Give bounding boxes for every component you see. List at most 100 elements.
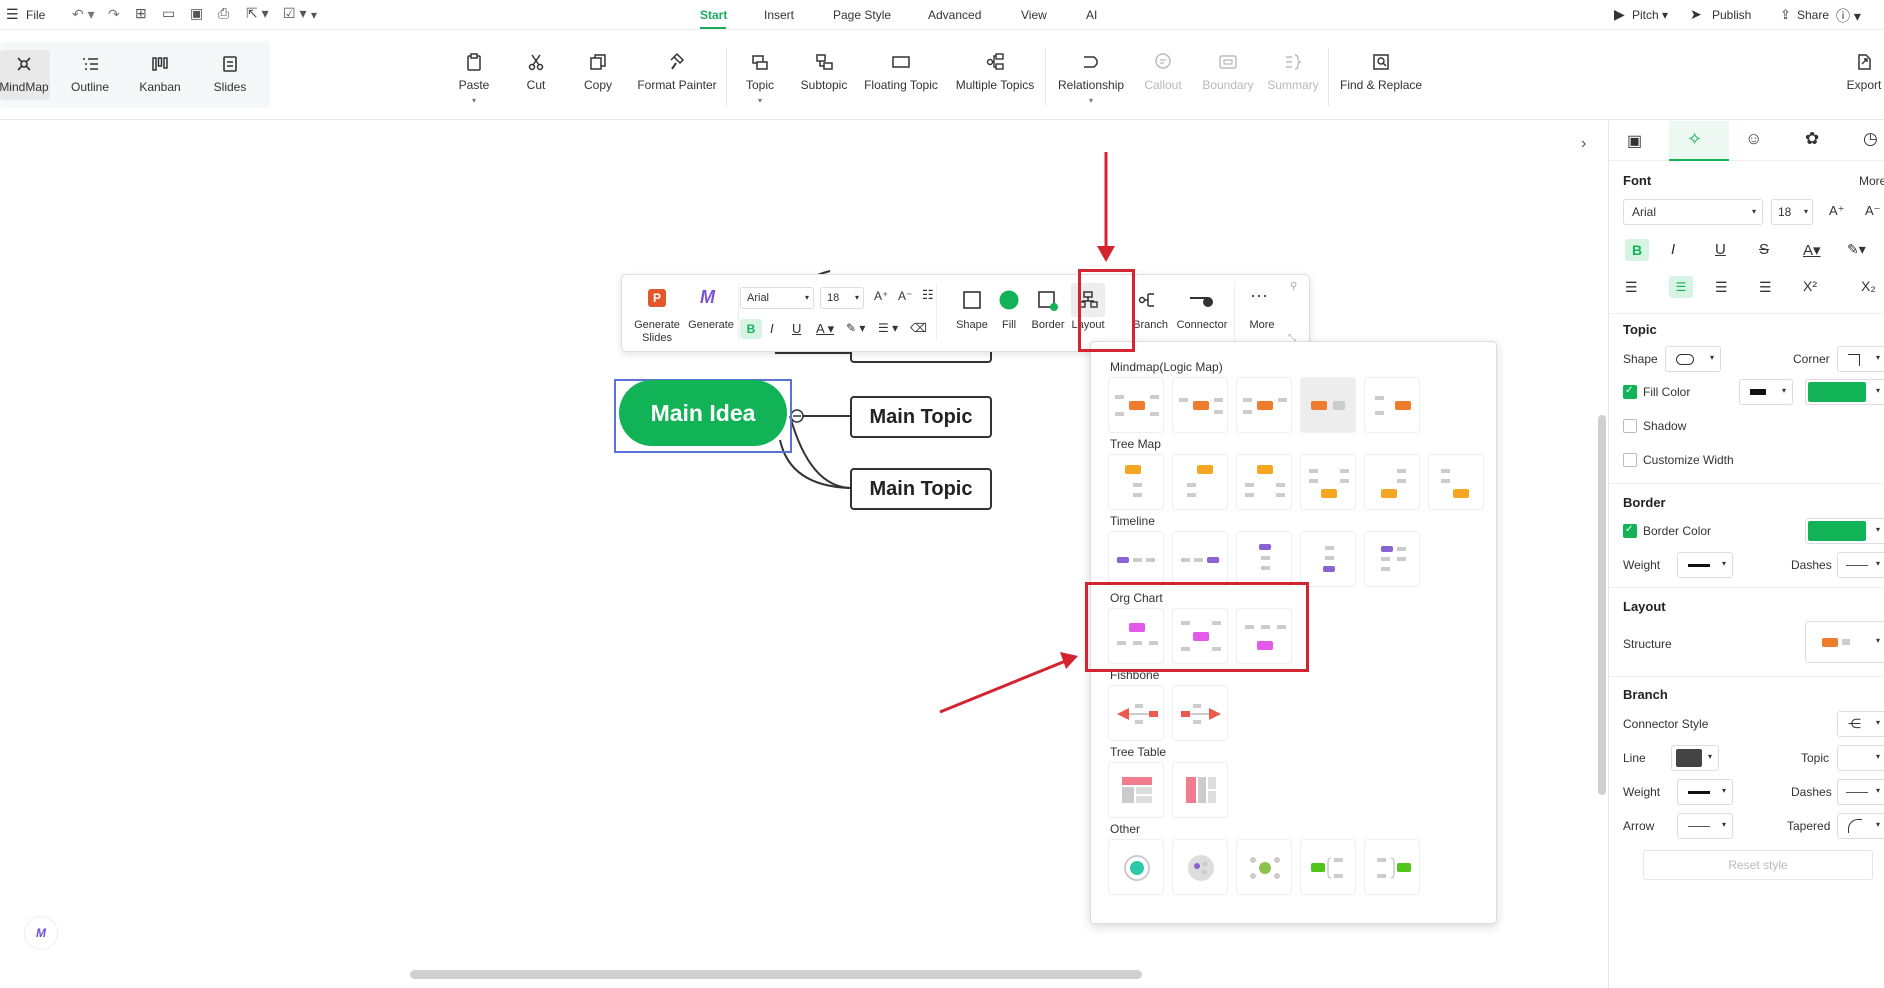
- layout-mindmap-right[interactable]: [1300, 377, 1356, 433]
- underline-icon[interactable]: U: [792, 321, 801, 336]
- border-dashes-dropdown[interactable]: ▾: [1837, 552, 1884, 578]
- layout-mindmap-clockwise[interactable]: [1172, 377, 1228, 433]
- strike-icon[interactable]: S: [1759, 241, 1769, 258]
- border-weight-label: Weight: [1623, 558, 1661, 572]
- border-color-checkbox[interactable]: ✓: [1623, 524, 1637, 538]
- border-button[interactable]: Border: [1028, 319, 1068, 331]
- reset-style-button[interactable]: Reset style: [1643, 850, 1873, 880]
- fill-color-checkbox[interactable]: ✓: [1623, 385, 1637, 399]
- pin-icon[interactable]: ⚲: [1290, 281, 1297, 292]
- border-weight-dropdown[interactable]: ▾: [1677, 552, 1733, 578]
- layout-bracket-left[interactable]: [1300, 839, 1356, 895]
- layout-bracket-right[interactable]: [1364, 839, 1420, 895]
- theme-icon[interactable]: ✿: [1805, 129, 1819, 149]
- align-center-icon[interactable]: ☰: [1669, 276, 1693, 298]
- branch-weight-dropdown[interactable]: ▾: [1677, 779, 1733, 805]
- layout-tree-3[interactable]: [1236, 454, 1292, 510]
- layout-mindmap-both[interactable]: [1108, 377, 1164, 433]
- layout-tree-table-2[interactable]: [1172, 762, 1228, 818]
- connector-style-label: Connector Style: [1623, 717, 1709, 731]
- layout-radial[interactable]: [1236, 839, 1292, 895]
- layout-tree-1[interactable]: [1108, 454, 1164, 510]
- layout-bubble[interactable]: [1172, 839, 1228, 895]
- generate-slides-button[interactable]: Generate Slides: [630, 319, 684, 345]
- generate-button[interactable]: Generate: [686, 319, 736, 331]
- shape-button[interactable]: Shape: [950, 319, 994, 331]
- connector-button[interactable]: Connector: [1174, 319, 1230, 331]
- layout-timeline-2[interactable]: [1172, 531, 1228, 587]
- shape-dropdown[interactable]: ▾: [1665, 346, 1721, 372]
- arrow-label: Arrow: [1623, 819, 1655, 833]
- layout-timeline-4[interactable]: [1300, 531, 1356, 587]
- layout-mindmap-anticlockwise[interactable]: [1236, 377, 1292, 433]
- text-style-icon[interactable]: ☷: [922, 287, 934, 303]
- align-left-icon[interactable]: ☰: [1625, 279, 1638, 296]
- mark-icon[interactable]: ☺: [1745, 129, 1762, 149]
- layout-fishbone-right[interactable]: [1172, 685, 1228, 741]
- branch-heading: Branch: [1623, 687, 1668, 702]
- bold-icon[interactable]: B: [740, 319, 762, 339]
- connector-style-dropdown[interactable]: ⋲ ▾: [1837, 711, 1884, 737]
- ai-sparkle-icon[interactable]: ✧: [1687, 129, 1702, 150]
- layout-fishbone-left[interactable]: [1108, 685, 1164, 741]
- bold-toggle-icon[interactable]: B: [1625, 239, 1649, 261]
- shadow-checkbox[interactable]: [1623, 419, 1637, 433]
- layout-tree-2[interactable]: [1172, 454, 1228, 510]
- text-color-icon[interactable]: A▾: [1803, 241, 1821, 259]
- history-icon[interactable]: ◷: [1863, 129, 1878, 149]
- italic-toggle-icon[interactable]: I: [1671, 241, 1675, 258]
- layout-timeline-1[interactable]: [1108, 531, 1164, 587]
- font-size-dropdown[interactable]: 18 ▾: [1771, 199, 1813, 225]
- font-increase-icon[interactable]: A⁺: [874, 289, 888, 303]
- border-dashes-label: Dashes: [1791, 558, 1832, 572]
- font-family-dropdown[interactable]: Arial ▾: [1623, 199, 1763, 225]
- highlight-color-icon[interactable]: ✎▾: [1847, 241, 1866, 258]
- layout-circle-1[interactable]: [1108, 839, 1164, 895]
- superscript-icon[interactable]: X²: [1803, 278, 1817, 294]
- italic-icon[interactable]: I: [770, 321, 774, 336]
- more-icon: ···: [1250, 285, 1268, 305]
- font-more-link[interactable]: More: [1859, 174, 1884, 188]
- tapered-dropdown[interactable]: ▾: [1837, 813, 1884, 839]
- branch-dashes-dropdown[interactable]: ▾: [1837, 779, 1884, 805]
- clear-format-icon[interactable]: ⌫: [910, 321, 927, 335]
- font-size-select[interactable]: 18 ▾: [820, 287, 864, 309]
- underline-toggle-icon[interactable]: U: [1715, 241, 1726, 258]
- layout-timeline-5[interactable]: [1364, 531, 1420, 587]
- highlight-icon[interactable]: ✎ ▾: [846, 321, 865, 335]
- font-decrease-icon[interactable]: A⁻: [898, 289, 912, 303]
- layout-timeline-3[interactable]: [1236, 531, 1292, 587]
- layout-tree-6[interactable]: [1428, 454, 1484, 510]
- layout-tree-table-1[interactable]: [1108, 762, 1164, 818]
- arrow-dropdown[interactable]: ▾: [1677, 813, 1733, 839]
- style-panel-icon[interactable]: ▣: [1627, 131, 1642, 151]
- border-icon: [1038, 291, 1058, 311]
- justify-icon[interactable]: ☰: [1759, 279, 1772, 296]
- align-right-icon[interactable]: ☰: [1715, 279, 1728, 296]
- list-icon[interactable]: ☰ ▾: [878, 321, 898, 335]
- corner-dropdown[interactable]: ▾: [1837, 346, 1884, 372]
- border-color-dropdown[interactable]: ▾: [1805, 518, 1884, 544]
- customize-width-checkbox[interactable]: [1623, 453, 1637, 467]
- fill-pattern-dropdown[interactable]: ▾: [1739, 379, 1793, 405]
- fill-color-dropdown[interactable]: ▾: [1805, 379, 1884, 405]
- layout-tree-5[interactable]: [1364, 454, 1420, 510]
- branch-topic-label: Topic: [1801, 751, 1830, 765]
- branch-topic-dropdown[interactable]: ▾: [1837, 745, 1884, 771]
- more-button[interactable]: More: [1242, 319, 1282, 331]
- tapered-label: Tapered: [1787, 819, 1831, 833]
- font-color-icon[interactable]: A ▾: [816, 321, 834, 337]
- subscript-icon[interactable]: X₂: [1861, 278, 1876, 294]
- layout-mindmap-left[interactable]: [1364, 377, 1420, 433]
- decrease-font-icon[interactable]: A⁻: [1865, 203, 1881, 219]
- line-color-dropdown[interactable]: ▾: [1671, 745, 1719, 771]
- increase-font-icon[interactable]: A⁺: [1829, 203, 1845, 219]
- structure-dropdown[interactable]: ▾: [1805, 621, 1884, 663]
- shadow-label: Shadow: [1643, 419, 1687, 433]
- line-label: Line: [1623, 751, 1646, 765]
- horizontal-scrollbar[interactable]: [410, 970, 1142, 979]
- font-family-select[interactable]: Arial ▾: [740, 287, 814, 309]
- fill-button[interactable]: Fill: [989, 319, 1029, 331]
- layout-tree-4[interactable]: [1300, 454, 1356, 510]
- vertical-scrollbar[interactable]: [1598, 415, 1606, 795]
